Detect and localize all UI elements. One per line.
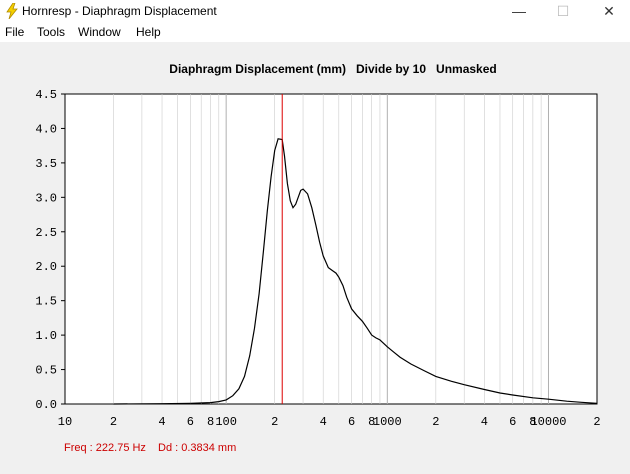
y-tick-label: 4.5 (35, 88, 57, 102)
x-tick-label: 6 (187, 415, 194, 429)
y-tick-label: 2.0 (35, 260, 57, 274)
minimize-icon: — (512, 3, 526, 19)
menu-file[interactable]: File (5, 25, 24, 39)
maximize-icon: ☐ (556, 2, 570, 19)
x-tick-label: 2 (110, 415, 117, 429)
y-tick-label: 1.5 (35, 295, 57, 309)
x-tick-label: 10000 (530, 415, 566, 429)
y-tick-label: 3.5 (35, 157, 57, 171)
x-tick-label: 2 (271, 415, 278, 429)
x-tick-label: 4 (320, 415, 327, 429)
minimize-button[interactable]: — (496, 0, 542, 22)
maximize-button[interactable]: ☐ (540, 0, 586, 22)
plot-area[interactable] (64, 93, 598, 405)
x-tick-label: 8 (207, 415, 214, 429)
menu-tools[interactable]: Tools (37, 25, 65, 39)
x-tick-label: 10 (58, 415, 72, 429)
y-tick-label: 2.5 (35, 226, 57, 240)
y-tick-labels: 0.0 0.5 1.0 1.5 2.0 2.5 3.0 3.5 4.0 4.5 (35, 88, 65, 412)
x-tick-label: 2 (593, 415, 600, 429)
menu-bar: File Tools Window Help (0, 22, 630, 42)
window-title: Hornresp - Diaphragm Displacement (22, 4, 217, 18)
x-tick-labels: 10 2 4 6 8 100 2 4 6 81000 2 4 6 810000 2 (58, 415, 601, 429)
x-tick-label: 4 (481, 415, 488, 429)
y-tick-label: 3.0 (35, 191, 57, 205)
x-tick-label: 1000 (373, 415, 402, 429)
menu-window[interactable]: Window (78, 25, 121, 39)
x-tick-label: 6 (348, 415, 355, 429)
x-tick-label: 100 (215, 415, 237, 429)
x-tick-label: 2 (432, 415, 439, 429)
x-tick-label: 6 (509, 415, 516, 429)
close-icon: ✕ (603, 2, 615, 19)
menu-help[interactable]: Help (136, 25, 161, 39)
y-tick-label: 0.0 (35, 398, 57, 412)
y-tick-label: 1.0 (35, 329, 57, 343)
lightning-icon (6, 3, 18, 19)
displacement-readout: Dd : 0.3834 mm (158, 442, 237, 454)
y-tick-label: 0.5 (35, 364, 57, 378)
close-button[interactable]: ✕ (586, 0, 630, 22)
x-tick-label: 4 (158, 415, 165, 429)
y-tick-label: 4.0 (35, 122, 57, 136)
chart-title: Diaphragm Displacement (mm) Divide by 10… (169, 62, 496, 76)
title-bar: Hornresp - Diaphragm Displacement — ☐ ✕ (0, 0, 630, 22)
displacement-chart[interactable]: 0.00.51.01.52.02.53.03.54.04.5 10 2 4 6 8 100… (0, 42, 630, 442)
freq-readout: Freq : 222.75 Hz (64, 442, 146, 454)
